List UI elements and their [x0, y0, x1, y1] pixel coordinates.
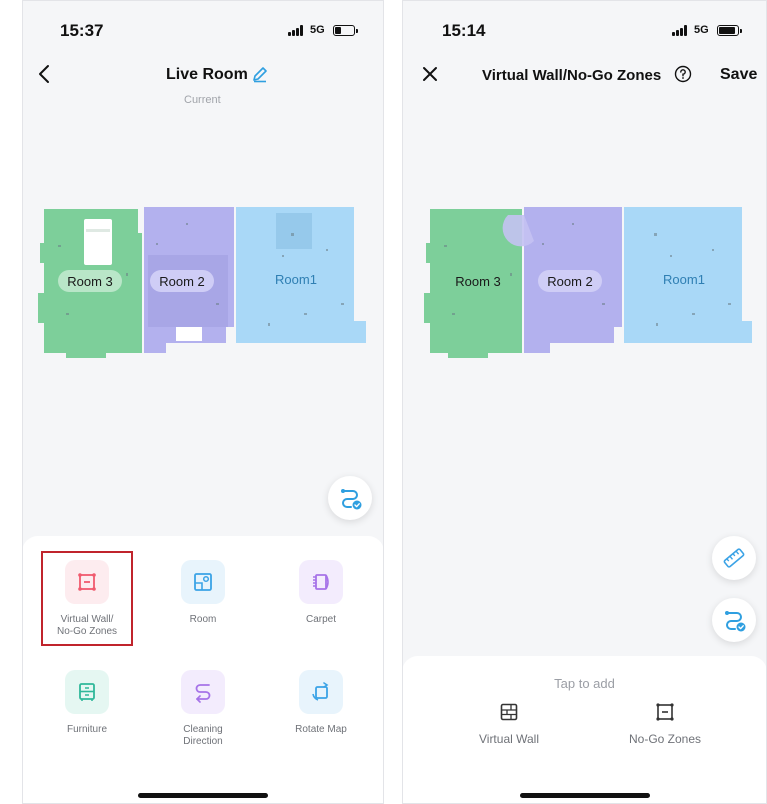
route-path-icon	[725, 611, 746, 632]
network-type: 5G	[310, 24, 325, 36]
map-edit-tools-sheet: Virtual Wall/ No-Go Zones Room Carpet Fu…	[22, 536, 384, 804]
no-go-zone-icon	[65, 560, 109, 604]
close-icon	[423, 67, 437, 81]
tool-rotate-map[interactable]: Rotate Map	[266, 670, 376, 736]
no-go-zone-icon	[656, 703, 674, 721]
room-1-label[interactable]: Room1	[268, 268, 324, 290]
status-time: 15:37	[60, 21, 104, 40]
cleaning-path-button[interactable]	[712, 598, 756, 642]
room-3-label[interactable]: Room 3	[446, 270, 510, 292]
ruler-icon	[723, 548, 745, 568]
tool-carpet[interactable]: Carpet	[266, 560, 376, 626]
tool-label: Room	[189, 614, 217, 625]
measure-button[interactable]	[712, 536, 756, 580]
home-indicator	[520, 793, 650, 798]
room-3-furniture	[84, 219, 112, 265]
rotate-map-icon	[299, 670, 343, 714]
network-type: 5G	[694, 24, 709, 36]
add-zone-sheet: Tap to add Virtual Wall No-Go Zones	[402, 656, 767, 804]
cleaning-path-button[interactable]	[328, 476, 372, 520]
virtual-wall-icon	[500, 703, 518, 721]
room-2-label[interactable]: Room 2	[150, 270, 214, 292]
cleaning-direction-icon	[181, 670, 225, 714]
virtual-wall-label: Virtual Wall	[478, 732, 540, 746]
back-button[interactable]	[30, 60, 58, 88]
status-indicators: 5G	[672, 24, 742, 36]
status-bar: 15:37 5G	[22, 0, 384, 56]
tool-furniture[interactable]: Furniture	[32, 670, 142, 736]
tool-cleaning-direction[interactable]: Cleaning Direction	[148, 670, 258, 748]
tool-virtual-wall-no-go-zones[interactable]: Virtual Wall/ No-Go Zones	[32, 560, 142, 638]
furniture-icon	[65, 670, 109, 714]
page-title: Live Room	[166, 66, 248, 83]
map-status-subtitle: Current	[184, 94, 221, 106]
save-button[interactable]: Save	[720, 66, 757, 84]
tap-to-add-hint: Tap to add	[554, 676, 615, 691]
status-indicators: 5G	[288, 24, 358, 36]
room-1-label[interactable]: Room1	[656, 268, 712, 290]
home-indicator	[138, 793, 268, 798]
cellular-signal-icon	[672, 24, 687, 36]
route-path-icon	[341, 489, 362, 510]
carpet-icon	[299, 560, 343, 604]
room-map-icon	[181, 560, 225, 604]
tool-room[interactable]: Room	[148, 560, 258, 626]
help-icon	[674, 65, 692, 83]
tool-label: Carpet	[305, 614, 336, 625]
battery-icon	[332, 24, 358, 36]
navigation-bar: Live Room Current	[22, 56, 384, 108]
navigation-bar: Virtual Wall/No-Go Zones Save	[402, 56, 767, 108]
status-time: 15:14	[442, 21, 486, 40]
page-title: Virtual Wall/No-Go Zones	[482, 67, 662, 84]
edit-pencil-icon	[253, 67, 267, 83]
room-3-label[interactable]: Room 3	[58, 270, 122, 292]
close-button[interactable]	[416, 60, 444, 88]
tool-label: Furniture	[66, 724, 107, 735]
tool-label: Virtual Wall/ No-Go Zones	[56, 614, 118, 637]
add-virtual-wall-button[interactable]: Virtual Wall	[454, 702, 564, 746]
right-phone-screen: 15:14 5G Virtual Wall/No-Go Zones Save R…	[402, 0, 767, 804]
help-button[interactable]	[672, 63, 694, 85]
tool-label: Rotate Map	[295, 724, 347, 735]
left-phone-screen: 15:37 5G Live Room Current Room 3 Room 2…	[22, 0, 384, 804]
room-2-label[interactable]: Room 2	[538, 270, 602, 292]
no-go-zones-label: No-Go Zones	[628, 732, 702, 746]
cellular-signal-icon	[288, 24, 303, 36]
status-bar: 15:14 5G	[402, 0, 767, 56]
rename-button[interactable]	[246, 60, 274, 88]
tool-label: Cleaning Direction	[183, 724, 223, 747]
add-no-go-zone-button[interactable]: No-Go Zones	[610, 702, 720, 746]
battery-icon	[716, 24, 742, 36]
chevron-left-icon	[39, 65, 49, 83]
